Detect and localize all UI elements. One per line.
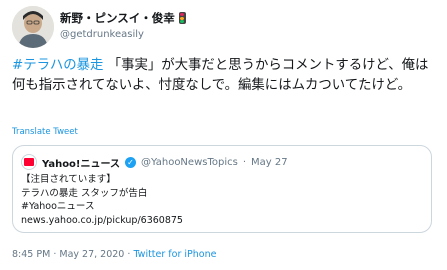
translate-tweet-link[interactable]: Translate Tweet bbox=[12, 127, 78, 137]
quoted-tweet-date: May 27 bbox=[251, 156, 288, 168]
verified-badge-icon: ✓ bbox=[125, 156, 136, 168]
timestamp-separator: · bbox=[127, 249, 131, 260]
quoted-line: 【注目されています】 bbox=[21, 174, 116, 185]
tweet-date[interactable]: May 27, 2020 bbox=[59, 249, 124, 260]
author-name[interactable]: 新野・ピンスイ・俊幸 bbox=[60, 10, 175, 26]
quoted-tweet-text: 【注目されています】 テラハの暴走 スタッフが告白 #Yahooニュース new… bbox=[21, 173, 183, 227]
client-link[interactable]: Twitter for iPhone bbox=[133, 249, 216, 260]
author-name-row[interactable]: 新野・ピンスイ・俊幸 bbox=[60, 10, 186, 26]
quoted-line: #Yahooニュース bbox=[21, 201, 95, 212]
quoted-author-avatar bbox=[21, 154, 37, 170]
author-handle[interactable]: @getdrunkeasily bbox=[60, 29, 144, 40]
tweet-time[interactable]: 8:45 PM bbox=[12, 249, 50, 260]
quoted-tweet-card[interactable]: Yahoo!ニュース ✓ @YahooNewsTopics · May 27 【… bbox=[12, 145, 432, 233]
quoted-meta-separator: · bbox=[242, 156, 247, 168]
author-avatar[interactable] bbox=[12, 6, 54, 48]
quoted-line: news.yahoo.co.jp/pickup/6360875 bbox=[21, 214, 183, 226]
quoted-author-handle: @YahooNewsTopics bbox=[141, 156, 238, 168]
quoted-author-name: Yahoo!ニュース bbox=[42, 158, 120, 170]
hashtag-link[interactable]: #テラハの暴走 bbox=[12, 58, 103, 73]
avatar-photo bbox=[12, 6, 54, 48]
quoted-tweet-header: Yahoo!ニュース ✓ @YahooNewsTopics · May 27 bbox=[21, 154, 288, 170]
quoted-line: テラハの暴走 スタッフが告白 bbox=[21, 187, 148, 199]
tweet-timestamp: 8:45 PM · May 27, 2020 · Twitter for iPh… bbox=[12, 249, 216, 260]
timestamp-separator: · bbox=[53, 249, 57, 260]
traffic-light-icon bbox=[178, 12, 186, 24]
tweet-text: #テラハの暴走 「事実」が大事だと思うからコメントするけど、俺は何も指示されてな… bbox=[12, 56, 438, 95]
